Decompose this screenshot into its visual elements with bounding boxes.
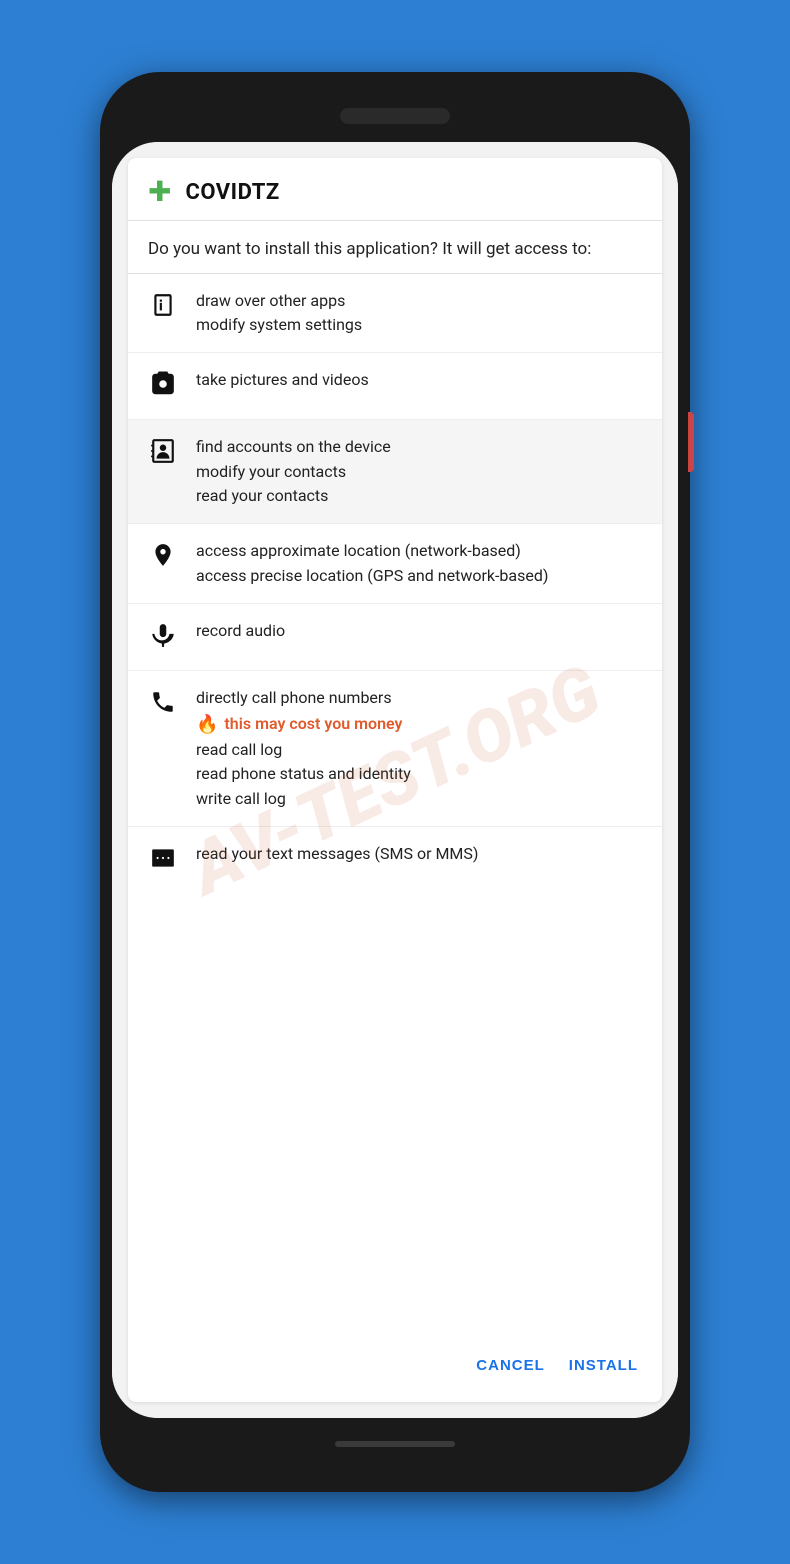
permission-item-audio: record audio bbox=[128, 604, 662, 671]
phone-device: AV-TEST.ORG ✚ COVIDTZ Do you want to ins… bbox=[100, 72, 690, 1492]
perm-text-camera: take pictures and videos bbox=[196, 369, 369, 391]
permission-texts-sms: read your text messages (SMS or MMS) bbox=[196, 843, 478, 865]
dialog-buttons: CANCEL INSTALL bbox=[128, 1333, 662, 1402]
perm-text-read-call-log: read call log bbox=[196, 739, 411, 761]
phone-icon bbox=[148, 689, 178, 721]
permissions-list: draw over other apps modify system setti… bbox=[128, 274, 662, 893]
install-question: Do you want to install this application?… bbox=[128, 221, 662, 274]
cancel-button[interactable]: CANCEL bbox=[472, 1349, 549, 1382]
location-icon bbox=[148, 542, 178, 574]
phone-bottom-bar bbox=[335, 1418, 455, 1470]
permission-item-overlay: draw over other apps modify system setti… bbox=[128, 274, 662, 354]
app-icon: ✚ bbox=[148, 178, 171, 206]
perm-text-write-call-log: write call log bbox=[196, 788, 411, 810]
volume-button bbox=[688, 412, 694, 472]
front-camera bbox=[400, 109, 414, 123]
perm-text-warning: 🔥 this may cost you money bbox=[196, 712, 411, 737]
permission-texts-overlay: draw over other apps modify system setti… bbox=[196, 290, 362, 337]
phone-screen: AV-TEST.ORG ✚ COVIDTZ Do you want to ins… bbox=[112, 142, 678, 1418]
warning-text: this may cost you money bbox=[224, 713, 402, 735]
screen-content: AV-TEST.ORG ✚ COVIDTZ Do you want to ins… bbox=[112, 142, 678, 1418]
perm-text-direct-call: directly call phone numbers bbox=[196, 687, 411, 709]
perm-text-approx-loc: access approximate location (network-bas… bbox=[196, 540, 548, 562]
permission-texts-contacts: find accounts on the device modify your … bbox=[196, 436, 391, 507]
flame-icon: 🔥 bbox=[196, 712, 218, 737]
perm-text-audio: record audio bbox=[196, 620, 285, 642]
camera-icon bbox=[148, 371, 178, 403]
permission-item-location: access approximate location (network-bas… bbox=[128, 524, 662, 604]
permission-item-contacts: find accounts on the device modify your … bbox=[128, 420, 662, 524]
permission-item-phone: directly call phone numbers 🔥 this may c… bbox=[128, 671, 662, 827]
perm-text-find-accounts: find accounts on the device bbox=[196, 436, 391, 458]
permission-item-sms: read your text messages (SMS or MMS) bbox=[128, 827, 662, 893]
perm-text-modify-sys: modify system settings bbox=[196, 314, 362, 336]
perm-text-sms: read your text messages (SMS or MMS) bbox=[196, 843, 478, 865]
install-dialog: ✚ COVIDTZ Do you want to install this ap… bbox=[128, 158, 662, 1402]
microphone-icon bbox=[148, 622, 178, 654]
app-header: ✚ COVIDTZ bbox=[128, 158, 662, 221]
perm-text-phone-status: read phone status and identity bbox=[196, 763, 411, 785]
perm-text-precise-loc: access precise location (GPS and network… bbox=[196, 565, 548, 587]
install-button[interactable]: INSTALL bbox=[565, 1349, 642, 1382]
app-name: COVIDTZ bbox=[185, 180, 279, 205]
permission-texts-camera: take pictures and videos bbox=[196, 369, 369, 391]
perm-text-read-contacts: read your contacts bbox=[196, 485, 391, 507]
sms-icon bbox=[148, 845, 178, 877]
permission-texts-phone: directly call phone numbers 🔥 this may c… bbox=[196, 687, 411, 810]
home-bar bbox=[335, 1441, 455, 1447]
info-icon bbox=[148, 292, 178, 324]
phone-top-bar bbox=[340, 90, 450, 142]
permission-item-camera: take pictures and videos bbox=[128, 353, 662, 420]
perm-text-draw: draw over other apps bbox=[196, 290, 362, 312]
perm-text-modify-contacts: modify your contacts bbox=[196, 461, 391, 483]
permission-texts-location: access approximate location (network-bas… bbox=[196, 540, 548, 587]
speaker bbox=[340, 108, 450, 124]
permission-texts-audio: record audio bbox=[196, 620, 285, 642]
contacts-icon bbox=[148, 438, 178, 470]
